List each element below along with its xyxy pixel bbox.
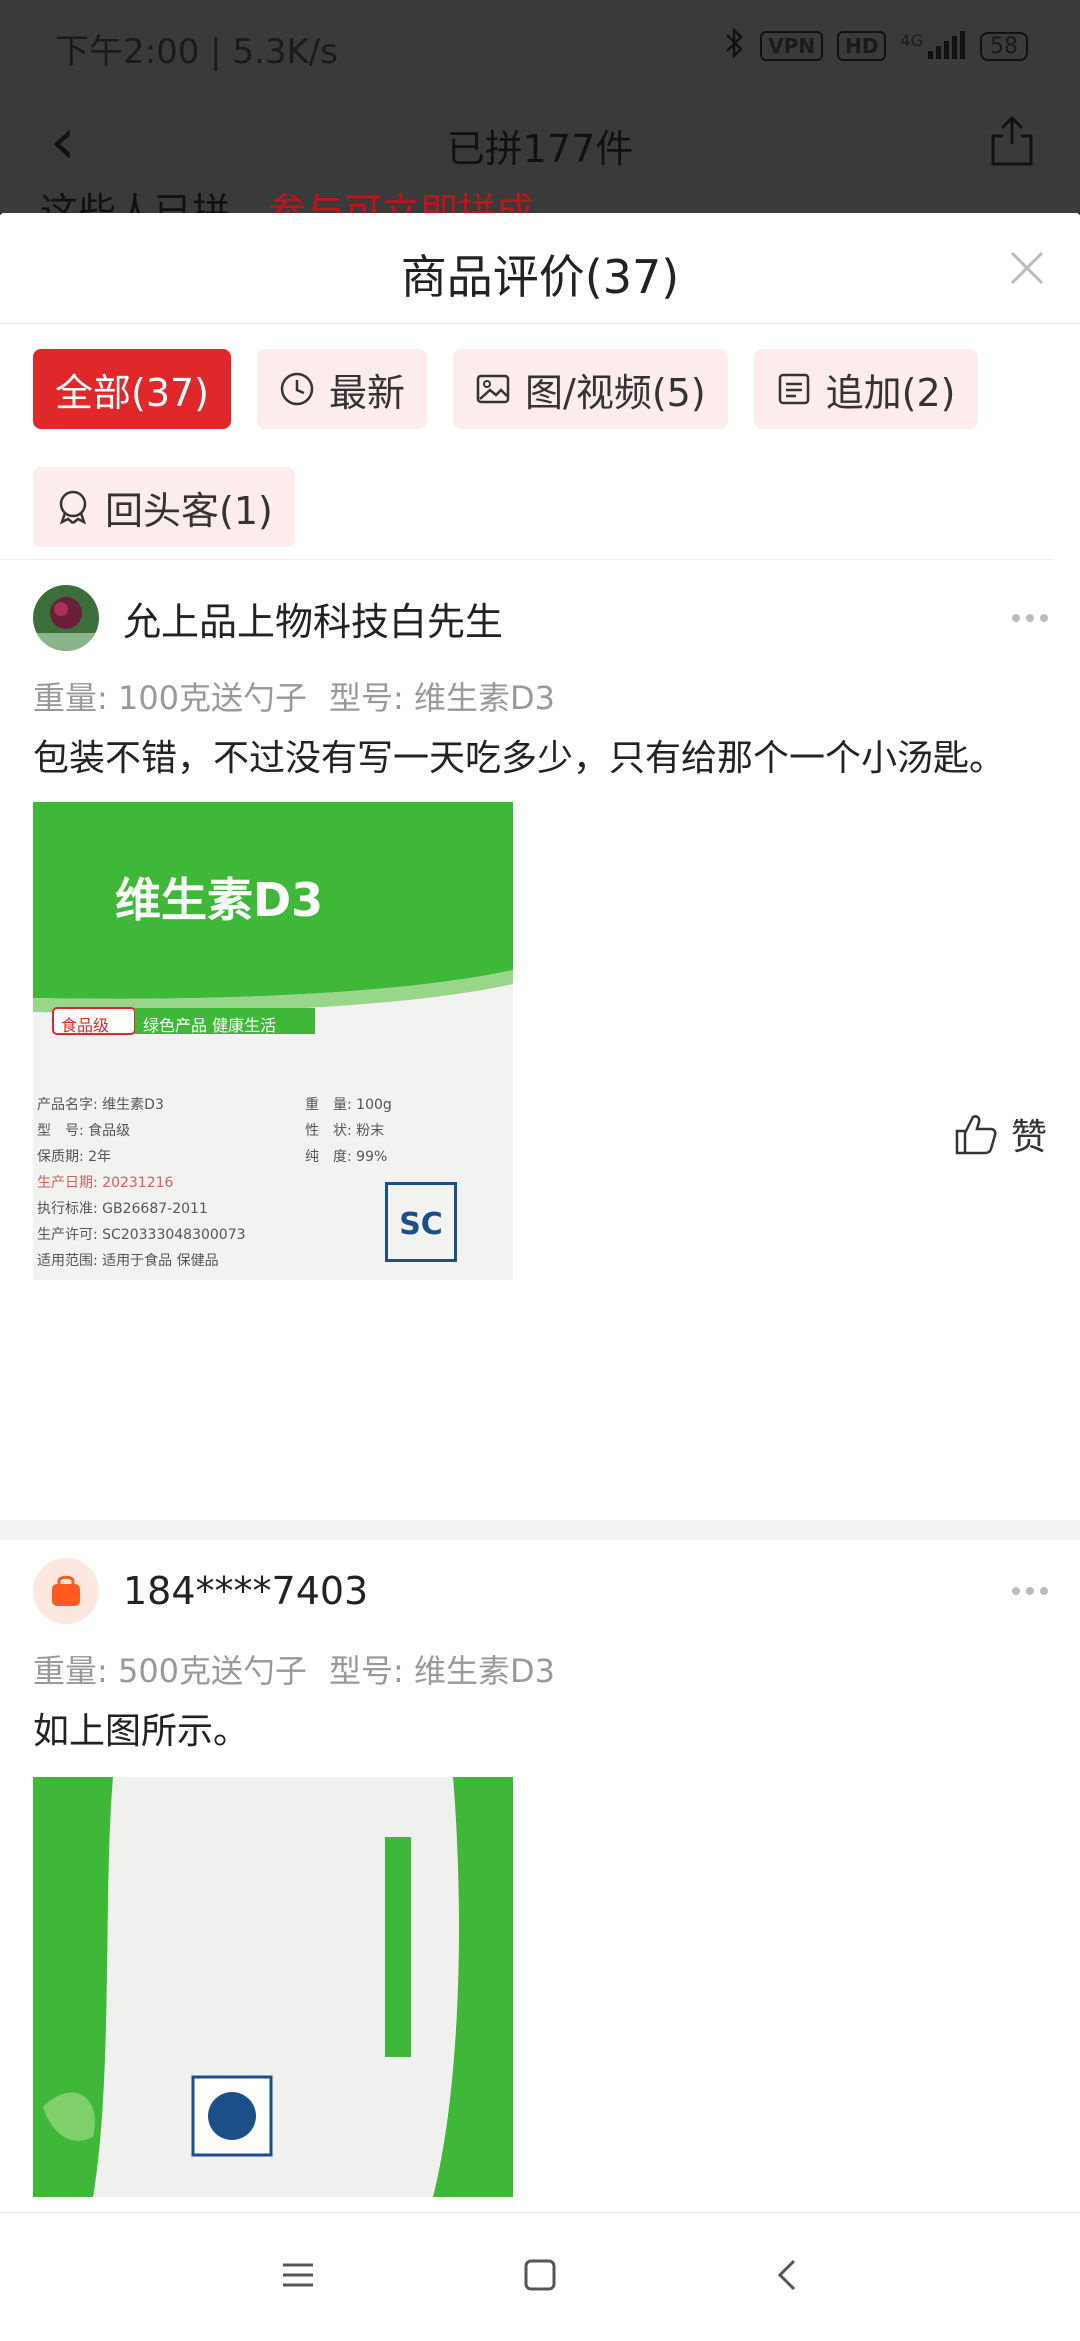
- filter-all-label: 全部(37): [55, 370, 210, 415]
- photo-line: 执行标准: GB26687-2011: [37, 1201, 208, 1217]
- shopping-bag-icon: [52, 1575, 80, 1606]
- bluetooth-icon: [724, 26, 746, 66]
- review-header: 184****7403: [33, 1541, 1050, 1641]
- review-content: 包装不错，不过没有写一天吃多少，只有给那个一个小汤匙。: [33, 738, 1006, 779]
- filter-latest-label: 最新: [329, 370, 406, 415]
- background-peek-text: 这些人已拼，参与可立即拼成: [40, 192, 534, 215]
- filter-media[interactable]: 图/视频(5): [453, 349, 728, 429]
- background-page: 下午2:00 | 5.3K/s VPN HD 4G 58 ‹ 已拼177件 这些…: [0, 0, 1080, 215]
- back-icon[interactable]: [770, 2257, 806, 2293]
- sheet-header: 商品评价(37): [0, 213, 1080, 324]
- review-specs: 重量: 500克送勺子 型号: 维生素D3: [33, 1643, 1047, 1699]
- status-bar: 下午2:00 | 5.3K/s VPN HD 4G 58: [0, 0, 1080, 96]
- review-filters: 全部(37) 最新 图/视频(5) 追加(2) 回头客(1): [0, 324, 1053, 560]
- photo-line: 型 号: 食品级: [37, 1123, 131, 1139]
- system-nav-bar: [0, 2212, 1080, 2341]
- spec-model: 型号: 维生素D3: [329, 1652, 556, 1690]
- sheet-title: 商品评价(37): [400, 250, 680, 304]
- status-time: 下午2:00 | 5.3K/s: [55, 32, 338, 72]
- avatar[interactable]: [33, 1558, 99, 1624]
- photo-spec-lines: 产品名字: 维生素D3 型 号: 食品级 保质期: 2年 生产日期: 20231…: [37, 1092, 246, 1274]
- network-label: 4G: [900, 31, 923, 50]
- photo-line: 生产许可: SC20333048300073: [37, 1227, 246, 1243]
- filter-media-label: 图/视频(5): [525, 370, 706, 415]
- section-divider: [0, 1520, 1080, 1540]
- menu-icon[interactable]: [280, 2257, 316, 2293]
- review-username: 允上品上物科技白先生: [123, 599, 504, 644]
- review-item: 184****7403 重量: 500克送勺子 型号: 维生素D3 如上图所示。: [0, 1541, 1080, 2197]
- document-icon: [778, 373, 809, 405]
- background-nav: ‹ 已拼177件: [0, 96, 1080, 192]
- review-photo[interactable]: 维生素D3 食品级 绿色产品 健康生活 产品名字: 维生素D3 型 号: 食品级…: [33, 802, 513, 1280]
- spec-weight: 重量: 500克送勺子: [33, 1652, 308, 1690]
- photo-line: 纯 度: 99%: [305, 1149, 388, 1165]
- review-specs: 重量: 100克送勺子 型号: 维生素D3: [33, 670, 1047, 726]
- filter-followup[interactable]: 追加(2): [753, 349, 978, 429]
- filter-all[interactable]: 全部(37): [33, 349, 232, 429]
- filter-returning-label: 回头客(1): [105, 488, 273, 533]
- photo-product-title: 维生素D3: [115, 873, 324, 927]
- background-title: 已拼177件: [446, 127, 634, 171]
- photo-badge: 食品级: [61, 1016, 110, 1035]
- photo-line: 适用范围: 适用于食品 保健品: [37, 1253, 219, 1269]
- avatar[interactable]: [33, 585, 99, 651]
- signal-icon: 4G: [900, 31, 966, 61]
- vpn-badge: VPN: [760, 31, 824, 61]
- photo-line: 生产日期: 20231216: [37, 1175, 174, 1191]
- share-icon[interactable]: [989, 114, 1035, 168]
- more-options-icon[interactable]: [1010, 1585, 1050, 1597]
- sc-logo: SC: [385, 1182, 457, 1262]
- more-options-icon[interactable]: [1010, 612, 1050, 624]
- filter-returning[interactable]: 回头客(1): [33, 467, 295, 547]
- badge-icon: [59, 490, 87, 525]
- like-button[interactable]: 赞: [953, 1108, 1047, 1160]
- review-photo[interactable]: [33, 1777, 513, 2197]
- photo-tagline: 绿色产品 健康生活: [143, 1016, 277, 1035]
- review-header: 允上品上物科技白先生: [33, 568, 1050, 668]
- review-content: 如上图所示。: [33, 1711, 250, 1752]
- photo-line: 保质期: 2年: [37, 1149, 112, 1165]
- photo-line: 性 状: 粉末: [305, 1123, 385, 1139]
- filter-followup-label: 追加(2): [825, 370, 956, 415]
- like-label: 赞: [1010, 1117, 1047, 1158]
- filter-latest[interactable]: 最新: [257, 349, 428, 429]
- hd-badge: HD: [837, 31, 887, 61]
- photo-line: 重 量: 100g: [305, 1097, 392, 1113]
- thumbs-up-icon: [955, 1115, 997, 1155]
- photo-right-lines: 重 量: 100g 性 状: 粉末 纯 度: 99%: [305, 1092, 392, 1170]
- photo-line: 产品名字: 维生素D3: [37, 1097, 164, 1113]
- spec-weight: 重量: 100克送勺子: [33, 679, 308, 717]
- home-icon[interactable]: [522, 2257, 558, 2293]
- peek-red-text: 参与可立即拼成: [268, 192, 535, 215]
- close-icon[interactable]: [1002, 243, 1052, 293]
- clock-icon: [280, 372, 314, 406]
- image-icon: [476, 374, 510, 404]
- status-icons: VPN HD 4G 58: [724, 26, 1028, 66]
- peek-black-text: 这些人已拼，: [40, 192, 269, 215]
- battery-indicator: 58: [980, 31, 1028, 61]
- review-username: 184****7403: [123, 1569, 369, 1613]
- review-item: 允上品上物科技白先生 重量: 100克送勺子 型号: 维生素D3 包装不错，不过没…: [0, 560, 1080, 1280]
- reviews-sheet: 商品评价(37) 全部(37) 最新 图/视频(5) 追加(2) 回头客(1): [0, 213, 1080, 2340]
- spec-model: 型号: 维生素D3: [329, 679, 556, 717]
- sc-logo-text: SC: [399, 1207, 443, 1242]
